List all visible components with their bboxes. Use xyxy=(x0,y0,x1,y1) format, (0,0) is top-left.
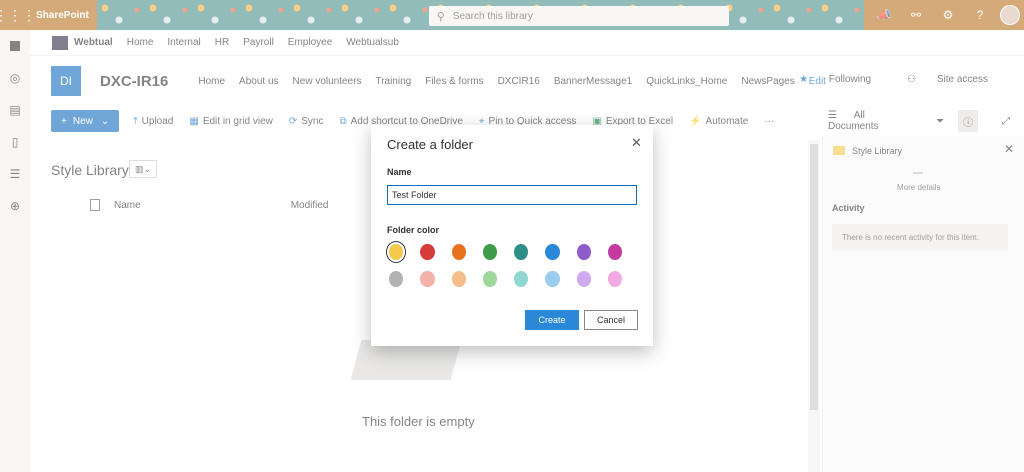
cancel-button[interactable]: Cancel xyxy=(584,310,638,330)
color-swatch[interactable] xyxy=(389,271,404,287)
color-swatch[interactable] xyxy=(482,271,497,287)
color-swatch[interactable] xyxy=(607,244,622,260)
color-swatch[interactable] xyxy=(451,244,466,260)
color-swatch[interactable] xyxy=(451,271,466,287)
create-folder-dialog: Create a folder ✕ Name Folder color Crea… xyxy=(371,125,653,346)
color-row-1 xyxy=(389,244,639,260)
color-swatch[interactable] xyxy=(420,244,435,260)
close-icon[interactable]: ✕ xyxy=(631,135,642,151)
name-label: Name xyxy=(387,167,412,177)
color-swatch[interactable] xyxy=(607,271,622,287)
color-swatch[interactable] xyxy=(576,271,591,287)
color-swatch[interactable] xyxy=(576,244,591,260)
color-swatch[interactable] xyxy=(514,244,529,260)
color-swatch[interactable] xyxy=(482,244,497,260)
folder-name-input[interactable] xyxy=(387,185,637,205)
folder-color-label: Folder color xyxy=(387,225,440,235)
color-swatch[interactable] xyxy=(545,271,560,287)
color-swatch[interactable] xyxy=(545,244,560,260)
color-swatch[interactable] xyxy=(514,271,529,287)
color-row-2 xyxy=(389,271,639,287)
color-swatch[interactable] xyxy=(389,244,404,260)
color-swatch[interactable] xyxy=(420,271,435,287)
create-button[interactable]: Create xyxy=(525,310,579,330)
dialog-title: Create a folder xyxy=(387,137,473,152)
